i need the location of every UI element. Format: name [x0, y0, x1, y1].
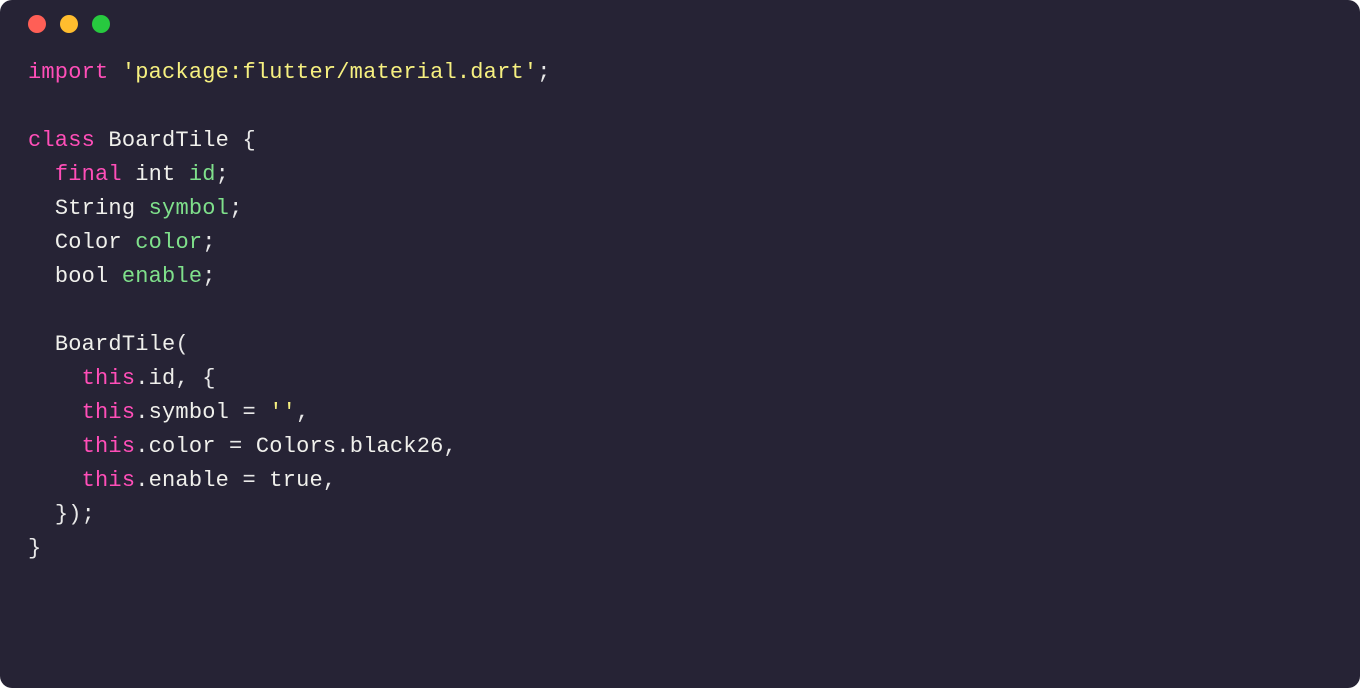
zoom-icon[interactable] [92, 15, 110, 33]
value-colors: Colors [256, 434, 336, 459]
code-line-3: class BoardTile { [28, 128, 256, 153]
keyword-this: this [82, 434, 136, 459]
field-id: id [189, 162, 216, 187]
value-black26: black26 [350, 434, 444, 459]
field-enable: enable [122, 264, 202, 289]
close-icon[interactable] [28, 15, 46, 33]
code-line-14: }); [28, 502, 95, 527]
field-color: color [135, 230, 202, 255]
param-id: id [149, 366, 176, 391]
code-line-1: import 'package:flutter/material.dart'; [28, 60, 551, 85]
keyword-import: import [28, 60, 108, 85]
keyword-this: this [82, 366, 136, 391]
keyword-class: class [28, 128, 95, 153]
constructor-name: BoardTile [55, 332, 176, 357]
code-line-5: String symbol; [28, 196, 242, 221]
keyword-final: final [55, 162, 122, 187]
type-string: String [55, 196, 135, 221]
string-literal: '' [269, 400, 296, 425]
code-line-13: this.enable = true, [28, 468, 336, 493]
keyword-this: this [82, 400, 136, 425]
code-line-12: this.color = Colors.black26, [28, 434, 457, 459]
type-color: Color [55, 230, 122, 255]
code-line-15: } [28, 536, 41, 561]
value-true: true [269, 468, 323, 493]
code-editor[interactable]: import 'package:flutter/material.dart'; … [0, 48, 1360, 594]
param-enable: enable [149, 468, 229, 493]
string-literal: 'package:flutter/material.dart' [122, 60, 537, 85]
param-symbol: symbol [149, 400, 229, 425]
class-name: BoardTile [108, 128, 229, 153]
type-int: int [135, 162, 175, 187]
code-line-7: bool enable; [28, 264, 216, 289]
param-color: color [149, 434, 216, 459]
code-line-10: this.id, { [28, 366, 216, 391]
window-titlebar [0, 0, 1360, 48]
type-bool: bool [55, 264, 109, 289]
field-symbol: symbol [149, 196, 229, 221]
minimize-icon[interactable] [60, 15, 78, 33]
code-line-6: Color color; [28, 230, 216, 255]
code-line-9: BoardTile( [28, 332, 189, 357]
code-line-4: final int id; [28, 162, 229, 187]
editor-window: import 'package:flutter/material.dart'; … [0, 0, 1360, 688]
code-line-11: this.symbol = '', [28, 400, 309, 425]
keyword-this: this [82, 468, 136, 493]
